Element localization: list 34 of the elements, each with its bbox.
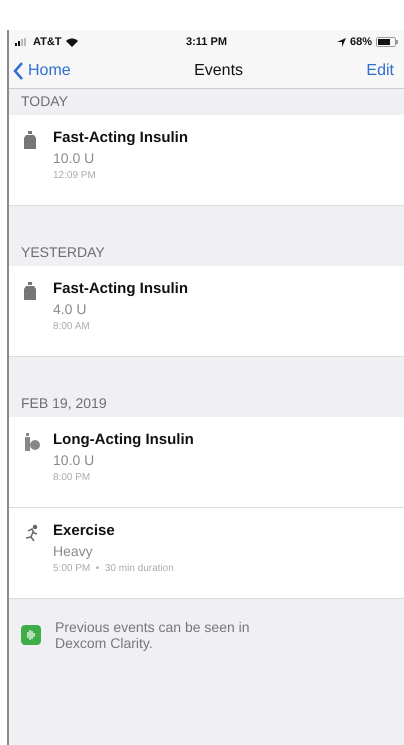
section-header: TODAY <box>20 92 69 111</box>
event-title: Long-Acting Insulin <box>53 431 194 448</box>
edit-button[interactable]: Edit <box>366 62 394 80</box>
event-row[interactable]: Fast-Acting Insulin 4.0 U 8:00 AM <box>9 266 404 357</box>
event-time: 5:00 PM • 30 min duration <box>53 563 174 574</box>
event-time: 8:00 AM <box>53 321 91 332</box>
event-row[interactable]: Long-Acting Insulin 10.0 U 8:00 PM <box>9 417 404 508</box>
battery-percent: 68% <box>350 36 372 48</box>
event-title: Exercise <box>53 522 116 539</box>
app-logo-icon <box>21 625 41 645</box>
event-value: 10.0 U <box>53 150 96 166</box>
event-time: 8:00 PM <box>53 472 92 483</box>
chevron-left-icon <box>13 62 24 80</box>
insulin-vial-icon <box>23 282 37 300</box>
carrier-name: AT&T <box>33 36 62 48</box>
back-button[interactable]: Home <box>13 62 71 80</box>
event-row[interactable]: Exercise Heavy 5:00 PM • 30 min duration <box>9 508 404 599</box>
event-value: 4.0 U <box>53 301 88 317</box>
section-header: YESTERDAY <box>20 243 106 262</box>
event-time: 12:09 PM <box>53 170 97 181</box>
event-value: Heavy <box>53 543 94 559</box>
insulin-vial-icon <box>23 131 37 149</box>
section-header: FEB 19, 2019 <box>20 394 108 413</box>
signal-icon <box>15 38 29 46</box>
clock-time: 3:11 PM <box>186 36 227 48</box>
event-title: Fast-Acting Insulin <box>53 280 188 297</box>
event-value: 10.0 U <box>53 452 96 468</box>
footer-note: Previous events can be seen in Dexcom Clarity. <box>55 619 251 651</box>
event-title: Fast-Acting Insulin <box>53 129 188 146</box>
location-arrow-icon <box>336 38 346 46</box>
event-row[interactable]: Fast-Acting Insulin 10.0 U 12:09 PM <box>9 115 404 206</box>
wifi-icon <box>66 38 78 46</box>
battery-icon <box>376 37 398 47</box>
screen-title: Events <box>194 62 244 80</box>
